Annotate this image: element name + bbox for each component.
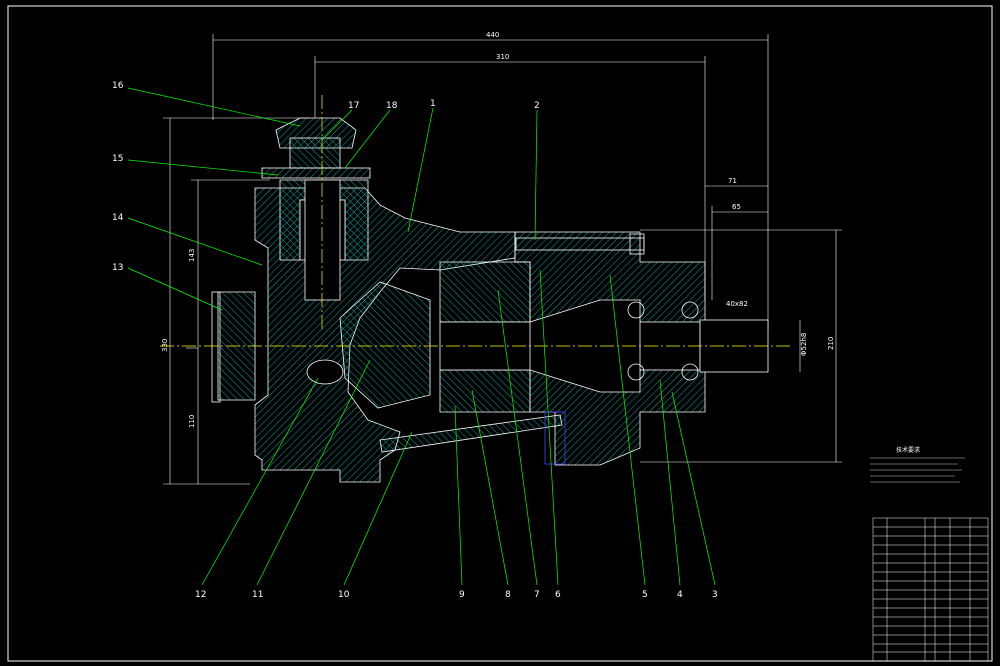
dim-right-65: 65 [732, 203, 741, 211]
part-label-7: 7 [534, 590, 540, 600]
part-label-12: 12 [195, 590, 206, 600]
notes-title: 技术要求 [896, 446, 920, 454]
dim-right-71: 71 [728, 177, 737, 185]
part-label-6: 6 [555, 590, 561, 600]
part-label-5: 5 [642, 590, 648, 600]
dim-height-143: 143 [188, 249, 196, 262]
part-label-11: 11 [252, 590, 263, 600]
dim-length-310: 310 [496, 53, 509, 61]
part-label-15: 15 [112, 154, 123, 164]
part-label-8: 8 [505, 590, 511, 600]
part-label-14: 14 [112, 213, 124, 223]
title-block [872, 517, 989, 662]
drawing-sheet: 440 310 71 65 143 330 110 210 40x82 Φ52h… [0, 0, 1000, 666]
part-label-3: 3 [712, 590, 718, 600]
dim-height-110: 110 [188, 415, 196, 428]
dim-height-330: 330 [161, 339, 169, 352]
dim-height-210: 210 [827, 337, 835, 350]
part-label-18: 18 [386, 101, 398, 111]
part-label-1: 1 [430, 99, 436, 109]
part-label-9: 9 [459, 590, 465, 600]
dim-right-diameter: Φ52h8 [800, 333, 808, 356]
cad-drawing: 440 310 71 65 143 330 110 210 40x82 Φ52h… [7, 5, 993, 662]
dim-overall-length: 440 [486, 31, 499, 39]
part-label-13: 13 [112, 263, 123, 273]
part-label-2: 2 [534, 101, 540, 111]
part-label-10: 10 [338, 590, 350, 600]
part-label-16: 16 [112, 81, 124, 91]
part-label-4: 4 [677, 590, 683, 600]
part-label-17: 17 [348, 101, 359, 111]
technical-notes: 技术要求 [870, 446, 965, 483]
dim-shaft-diameter: 40x82 [726, 300, 748, 308]
